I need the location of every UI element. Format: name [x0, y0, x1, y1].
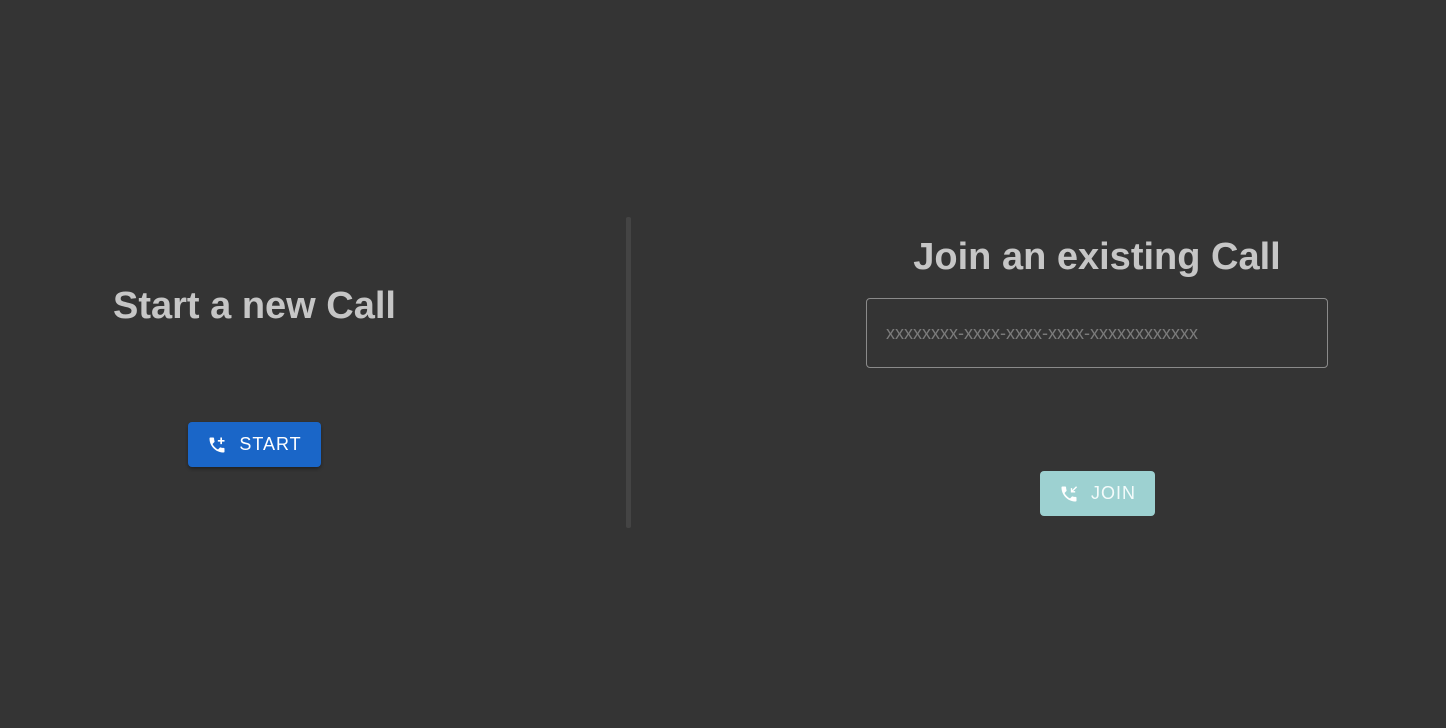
start-call-title: Start a new Call: [113, 285, 396, 327]
start-button-label: START: [239, 434, 302, 454]
join-call-button[interactable]: JOIN: [1040, 471, 1155, 516]
add-call-icon: [207, 435, 227, 455]
join-call-title: Join an existing Call: [913, 236, 1281, 278]
start-call-panel: Start a new Call START: [0, 0, 509, 728]
join-button-label: JOIN: [1090, 483, 1136, 503]
start-call-button[interactable]: START: [188, 422, 321, 467]
call-received-icon: [1059, 484, 1079, 504]
call-id-field: [866, 298, 1328, 368]
call-id-input[interactable]: [867, 299, 1327, 367]
section-divider: [626, 217, 631, 528]
